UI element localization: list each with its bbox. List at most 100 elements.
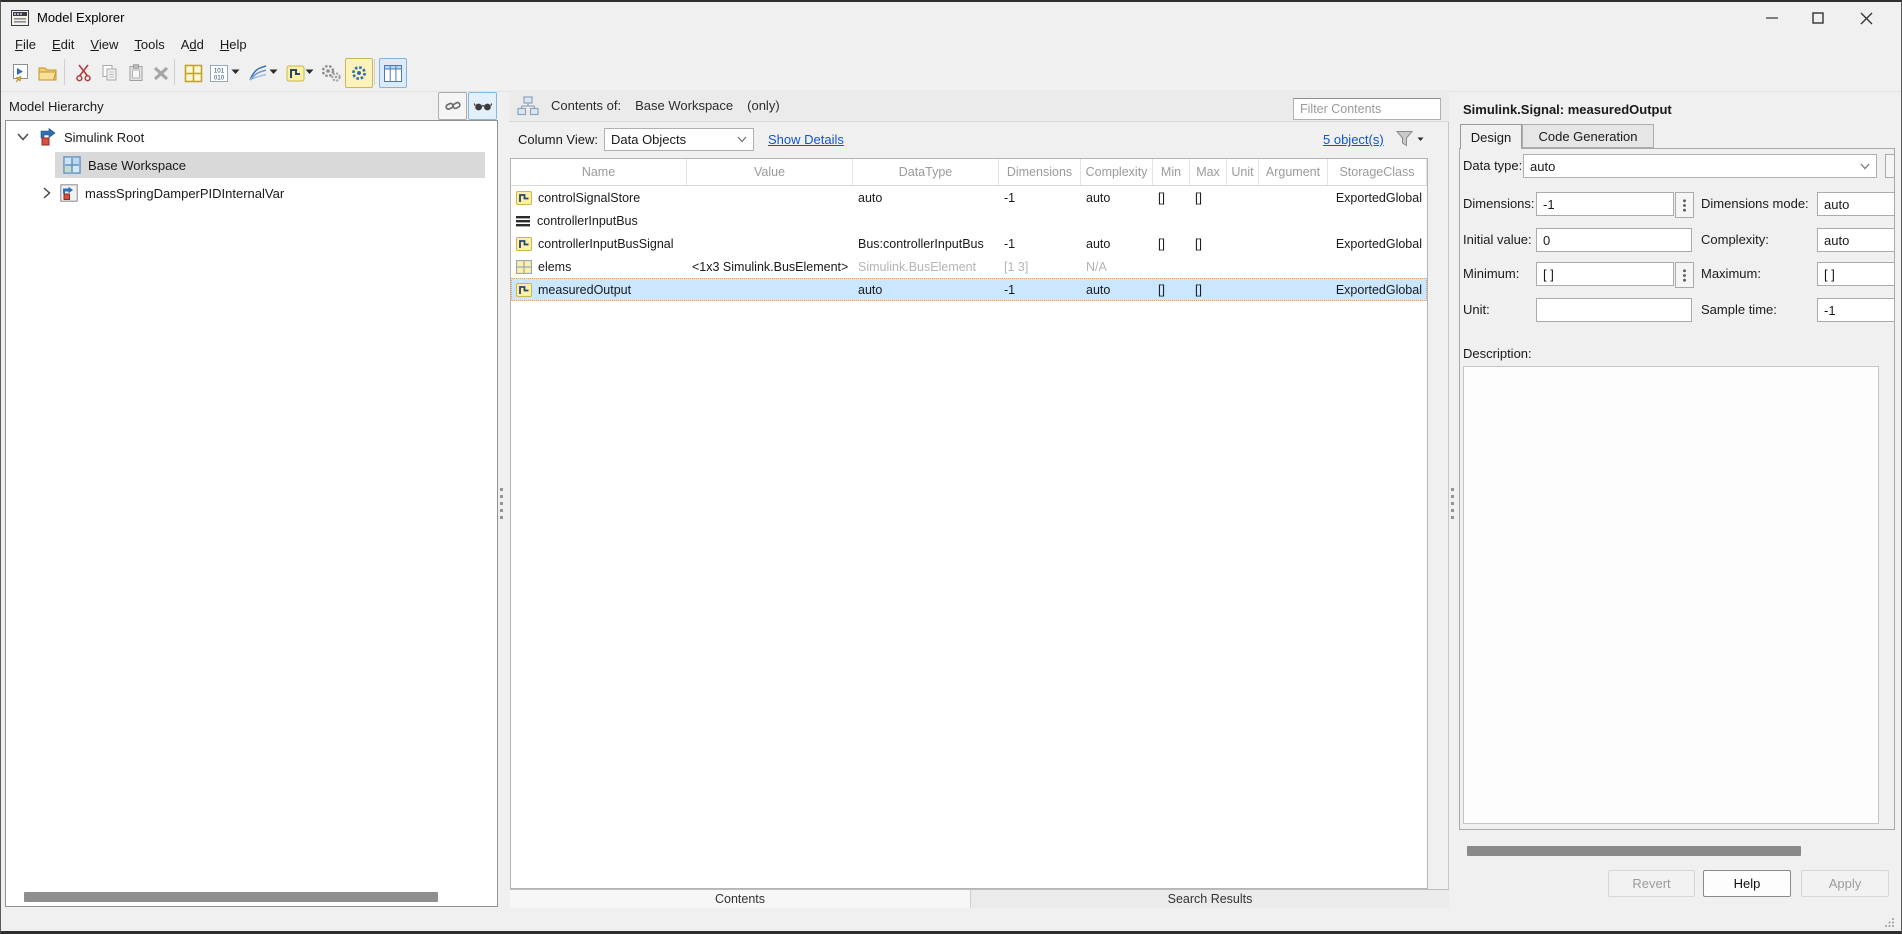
maximum-input[interactable] [1817, 262, 1894, 286]
cell-complexity[interactable]: N/A [1081, 260, 1153, 274]
menu-view[interactable]: View [82, 35, 126, 54]
cell-min[interactable]: [] [1153, 283, 1190, 297]
cell-dimensions[interactable]: -1 [999, 237, 1081, 251]
apply-button[interactable]: Apply [1801, 870, 1889, 897]
chevron-down-icon[interactable] [17, 133, 29, 141]
cell-name[interactable]: measuredOutput [511, 283, 687, 297]
menu-edit[interactable]: Edit [44, 35, 82, 54]
resize-grip-icon[interactable] [1885, 917, 1895, 927]
unit-input[interactable] [1536, 298, 1692, 322]
menu-tools[interactable]: Tools [126, 35, 172, 54]
table-row-controllerInputBusSignal[interactable]: controllerInputBusSignal Bus:controllerIn… [511, 232, 1427, 255]
new-model-button[interactable] [7, 58, 35, 88]
cell-storage_class[interactable]: ExportedGlobal [1328, 237, 1427, 251]
cell-max[interactable]: [] [1190, 191, 1227, 205]
cell-storage_class[interactable]: ExportedGlobal [1328, 191, 1427, 205]
paste-button[interactable] [122, 58, 150, 88]
left-splitter-handle[interactable] [499, 488, 504, 519]
filter-contents-input[interactable] [1293, 98, 1441, 120]
tab-search-results[interactable]: Search Results [971, 889, 1449, 908]
column-header-min[interactable]: Min [1153, 159, 1190, 185]
tree-item-mass-spring-damper[interactable]: massSpringDamperPIDInternalVar [7, 179, 488, 207]
add-signal-object-dropdown-button[interactable] [303, 58, 316, 86]
column-header-complexity[interactable]: Complexity [1081, 159, 1153, 185]
column-view-select[interactable]: Data Objects [604, 128, 754, 151]
close-button[interactable] [1843, 3, 1889, 33]
sample-time-input[interactable] [1817, 298, 1894, 322]
menu-file[interactable]: File [7, 35, 44, 54]
initial-value-input[interactable] [1536, 228, 1692, 252]
cell-min[interactable]: [] [1153, 191, 1190, 205]
cell-value[interactable]: <1x3 Simulink.BusElement> [687, 260, 853, 274]
column-header-name[interactable]: Name [511, 159, 687, 185]
table-row-controllerInputBus[interactable]: controllerInputBus [511, 209, 1427, 232]
tab-contents[interactable]: Contents [510, 889, 971, 908]
minimum-options-button[interactable] [1675, 262, 1694, 288]
table-row-measuredOutput[interactable]: measuredOutputauto-1auto[][]ExportedGlob… [511, 278, 1427, 301]
cell-datatype[interactable]: Bus:controllerInputBus [853, 237, 999, 251]
chevron-right-icon[interactable] [43, 187, 51, 199]
cell-complexity[interactable]: auto [1081, 283, 1153, 297]
object-count-link[interactable]: 5 object(s) [1323, 132, 1384, 147]
add-workspace-variable-button[interactable] [179, 58, 207, 88]
help-button[interactable]: Help [1703, 870, 1791, 897]
data-type-select[interactable]: auto [1523, 154, 1877, 178]
show-details-link[interactable]: Show Details [768, 132, 844, 147]
hierarchy-horizontal-scrollbar-thumb[interactable] [24, 892, 438, 902]
minimize-button[interactable] [1749, 3, 1795, 33]
data-type-assistant-button[interactable] [1885, 154, 1894, 178]
cell-name[interactable]: elems [511, 260, 687, 274]
menu-help[interactable]: Help [212, 35, 255, 54]
right-splitter-handle[interactable] [1450, 488, 1455, 519]
dimensions-mode-input[interactable] [1817, 192, 1894, 216]
copy-button[interactable] [96, 58, 124, 88]
add-signal-curves-dropdown-button[interactable] [267, 58, 280, 86]
dimensions-options-button[interactable] [1675, 192, 1694, 218]
column-view-button[interactable] [379, 58, 407, 88]
dimensions-input[interactable] [1536, 192, 1674, 216]
add-data-object-dropdown-button[interactable] [229, 58, 242, 86]
cell-max[interactable]: [] [1190, 237, 1227, 251]
column-header-unit[interactable]: Unit [1227, 159, 1259, 185]
cell-min[interactable]: [] [1153, 237, 1190, 251]
table-row-controlSignalStore[interactable]: controlSignalStoreauto-1auto[][]Exported… [511, 186, 1427, 209]
cell-max[interactable]: [] [1190, 283, 1227, 297]
cell-dimensions[interactable]: -1 [999, 283, 1081, 297]
cut-button[interactable] [70, 58, 98, 88]
delete-button[interactable] [147, 58, 175, 88]
cell-datatype[interactable]: auto [853, 283, 999, 297]
column-header-dimensions[interactable]: Dimensions [999, 159, 1081, 185]
link-options-button[interactable] [438, 92, 467, 120]
filter-options-button[interactable] [1395, 126, 1429, 152]
column-header-max[interactable]: Max [1190, 159, 1227, 185]
column-header-datatype[interactable]: DataType [853, 159, 999, 185]
description-textarea[interactable] [1463, 366, 1879, 824]
column-header-value[interactable]: Value [687, 159, 853, 185]
cell-datatype[interactable]: Simulink.BusElement [853, 260, 999, 274]
configuration-preferences-button[interactable] [317, 58, 345, 88]
cell-dimensions[interactable]: -1 [999, 191, 1081, 205]
cell-storage_class[interactable]: ExportedGlobal [1328, 283, 1427, 297]
preview-toggle-button[interactable] [468, 92, 497, 120]
revert-button[interactable]: Revert [1608, 870, 1695, 897]
cell-datatype[interactable]: auto [853, 191, 999, 205]
tree-item-base-workspace[interactable]: Base Workspace [7, 151, 488, 179]
tab-code-generation[interactable]: Code Generation [1522, 124, 1654, 148]
column-header-storageclass[interactable]: StorageClass [1328, 159, 1427, 185]
menu-add[interactable]: Add [173, 35, 212, 54]
complexity-input[interactable] [1817, 228, 1894, 252]
maximize-button[interactable] [1795, 3, 1841, 33]
active-configuration-button[interactable] [345, 58, 373, 88]
cell-name[interactable]: controllerInputBusSignal [511, 237, 687, 251]
tab-design[interactable]: Design [1460, 124, 1522, 149]
detail-horizontal-scrollbar-thumb[interactable] [1467, 846, 1801, 856]
cell-complexity[interactable]: auto [1081, 237, 1153, 251]
cell-name[interactable]: controllerInputBus [511, 214, 687, 228]
table-row-elems[interactable]: elems<1x3 Simulink.BusElement>Simulink.B… [511, 255, 1427, 278]
minimum-input[interactable] [1536, 262, 1674, 286]
cell-dimensions[interactable]: [1 3] [999, 260, 1081, 274]
column-header-argument[interactable]: Argument [1259, 159, 1328, 185]
cell-complexity[interactable]: auto [1081, 191, 1153, 205]
cell-name[interactable]: controlSignalStore [511, 191, 687, 205]
tree-item-simulink-root[interactable]: Simulink Root [7, 123, 488, 151]
